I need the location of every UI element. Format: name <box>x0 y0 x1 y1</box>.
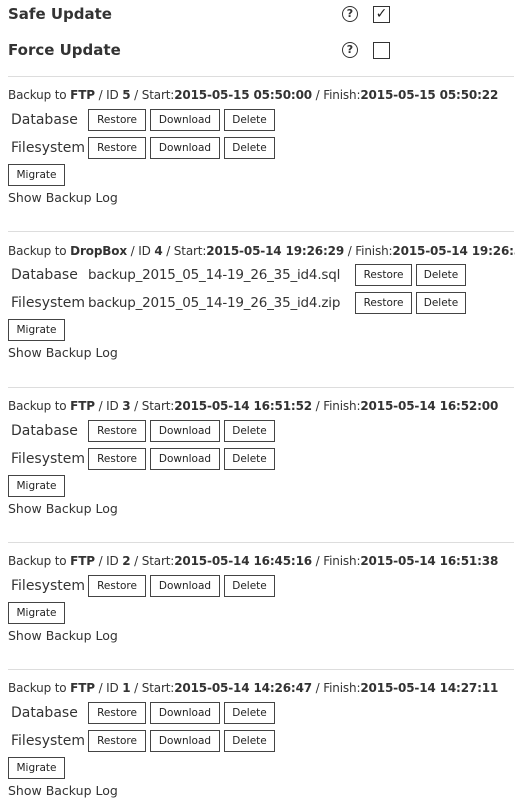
download-filesystem-button[interactable]: Download <box>150 448 220 470</box>
migrate-button[interactable]: Migrate <box>8 757 65 779</box>
delete-database-button[interactable]: Delete <box>416 264 466 286</box>
migrate-button[interactable]: Migrate <box>8 475 65 497</box>
backup-info-id4: Backup to DropBox / ID 4 / Start:2015-05… <box>8 244 515 258</box>
filesystem-label: Filesystem <box>11 295 86 311</box>
database-label: Database <box>11 705 78 721</box>
show-backup-log-link[interactable]: Show Backup Log <box>8 190 118 205</box>
filesystem-label: Filesystem <box>11 140 86 156</box>
restore-database-button[interactable]: Restore <box>88 109 146 131</box>
backup-info-id2: Backup to FTP / ID 2 / Start:2015-05-14 … <box>8 554 499 568</box>
delete-database-button[interactable]: Delete <box>224 109 275 131</box>
force-update-label: Force Update <box>8 41 121 59</box>
divider <box>8 76 514 77</box>
backup-info-id3: Backup to FTP / ID 3 / Start:2015-05-14 … <box>8 399 499 413</box>
divider <box>8 387 514 388</box>
show-backup-log-link[interactable]: Show Backup Log <box>8 628 118 643</box>
migrate-button[interactable]: Migrate <box>8 319 65 341</box>
filesystem-filename: backup_2015_05_14-19_26_35_id4.zip <box>88 295 341 311</box>
download-filesystem-button[interactable]: Download <box>150 575 220 597</box>
restore-database-button[interactable]: Restore <box>88 420 146 442</box>
download-database-button[interactable]: Download <box>150 109 220 131</box>
divider <box>8 669 514 670</box>
restore-filesystem-button[interactable]: Restore <box>88 730 146 752</box>
safe-update-label: Safe Update <box>8 5 112 23</box>
download-filesystem-button[interactable]: Download <box>150 730 220 752</box>
force-update-help-icon[interactable]: ? <box>342 42 358 58</box>
restore-database-button[interactable]: Restore <box>355 264 412 286</box>
show-backup-log-link[interactable]: Show Backup Log <box>8 783 118 798</box>
delete-database-button[interactable]: Delete <box>224 420 275 442</box>
show-backup-log-link[interactable]: Show Backup Log <box>8 501 118 516</box>
backup-info-id5: Backup to FTP / ID 5 / Start:2015-05-15 … <box>8 88 499 102</box>
force-update-checkbox[interactable] <box>373 42 390 59</box>
filesystem-label: Filesystem <box>11 451 86 467</box>
delete-filesystem-button[interactable]: Delete <box>224 448 275 470</box>
database-label: Database <box>11 112 78 128</box>
database-label: Database <box>11 267 78 283</box>
migrate-button[interactable]: Migrate <box>8 602 65 624</box>
divider <box>8 231 514 232</box>
delete-database-button[interactable]: Delete <box>224 702 275 724</box>
database-label: Database <box>11 423 78 439</box>
divider <box>8 542 514 543</box>
migrate-button[interactable]: Migrate <box>8 164 65 186</box>
delete-filesystem-button[interactable]: Delete <box>416 292 466 314</box>
restore-filesystem-button[interactable]: Restore <box>88 575 146 597</box>
download-filesystem-button[interactable]: Download <box>150 137 220 159</box>
backup-info-id1: Backup to FTP / ID 1 / Start:2015-05-14 … <box>8 681 499 695</box>
filesystem-label: Filesystem <box>11 733 86 749</box>
delete-filesystem-button[interactable]: Delete <box>224 575 275 597</box>
delete-filesystem-button[interactable]: Delete <box>224 730 275 752</box>
safe-update-checkbox[interactable]: ✓ <box>373 6 390 23</box>
download-database-button[interactable]: Download <box>150 702 220 724</box>
download-database-button[interactable]: Download <box>150 420 220 442</box>
restore-database-button[interactable]: Restore <box>88 702 146 724</box>
database-filename: backup_2015_05_14-19_26_35_id4.sql <box>88 267 341 283</box>
restore-filesystem-button[interactable]: Restore <box>88 137 146 159</box>
restore-filesystem-button[interactable]: Restore <box>355 292 412 314</box>
delete-filesystem-button[interactable]: Delete <box>224 137 275 159</box>
restore-filesystem-button[interactable]: Restore <box>88 448 146 470</box>
filesystem-label: Filesystem <box>11 578 86 594</box>
show-backup-log-link[interactable]: Show Backup Log <box>8 345 118 360</box>
safe-update-help-icon[interactable]: ? <box>342 6 358 22</box>
